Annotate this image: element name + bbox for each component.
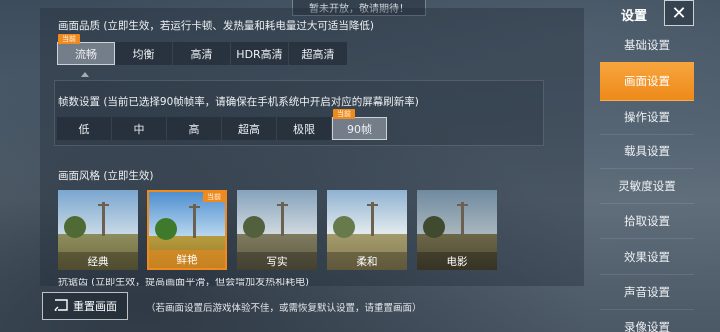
nav-label: 声音设置 (624, 285, 670, 299)
close-button[interactable]: ✕ (664, 0, 694, 26)
quality-option-smooth[interactable]: 当前 流畅 (57, 34, 115, 65)
style-option-realistic[interactable]: 写实 (237, 190, 317, 270)
option-label: 超高清 (301, 47, 335, 61)
style-option-cinema[interactable]: 电影 (417, 190, 497, 270)
fps-option-medium[interactable]: 中 (112, 117, 167, 140)
nav-item-effects[interactable]: 效果设置 (600, 240, 694, 275)
settings-title: 设置 (621, 9, 648, 24)
thumb-tree (243, 216, 265, 238)
reset-graphics-button[interactable]: 重置画面 (42, 292, 128, 320)
current-badge: 当前 (203, 192, 225, 202)
thumb-tower (102, 202, 105, 236)
thumb-tree (423, 216, 445, 238)
quality-title: 画面品质 (立即生效，若运行卡顿、发热量和耗电量过大可适当降低) (58, 20, 375, 32)
thumb-tower (189, 206, 200, 208)
thumb-tower (277, 204, 288, 206)
caret-up-icon (81, 72, 89, 77)
nav-item-basic[interactable]: 基础设置 (600, 28, 694, 63)
nav-item-pickup[interactable]: 拾取设置 (600, 204, 694, 239)
fps-option-high[interactable]: 高 (167, 117, 222, 140)
reset-icon (53, 298, 69, 314)
fps-option-ultra[interactable]: 超高 (222, 117, 277, 140)
thumb-tower (371, 202, 374, 236)
style-label: 写实 (237, 252, 317, 270)
thumb-tower (367, 204, 378, 206)
style-option-soft[interactable]: 柔和 (327, 190, 407, 270)
nav-item-graphics[interactable]: 画面设置 (600, 62, 694, 101)
fps-option-low[interactable]: 低 (57, 117, 112, 140)
close-icon: ✕ (671, 2, 687, 24)
style-title: 画面风格 (立即生效) (58, 170, 154, 182)
current-badge: 当前 (58, 34, 80, 44)
option-label: 低 (78, 122, 90, 136)
nav-label: 操作设置 (624, 110, 670, 124)
option-label: 均衡 (132, 47, 155, 61)
current-badge: 当前 (333, 109, 355, 119)
nav-item-sensitivity[interactable]: 灵敏度设置 (600, 169, 694, 204)
option-label: 超高 (238, 122, 260, 136)
style-option-vivid[interactable]: 当前 鲜艳 (147, 190, 227, 270)
nav-label: 效果设置 (624, 250, 670, 264)
nav-label: 拾取设置 (624, 214, 670, 228)
fps-title: 帧数设置 (当前已选择90帧帧率，请确保在手机系统中开启对应的屏幕刷新率) (58, 96, 419, 108)
option-label: HDR高清 (236, 47, 283, 61)
nav-item-controls[interactable]: 操作设置 (600, 100, 694, 135)
nav-label: 基础设置 (624, 38, 670, 52)
thumb-tower (461, 202, 464, 236)
option-label: 90帧 (347, 122, 372, 136)
thumb-tree (64, 216, 86, 238)
nav-label: 录像设置 (624, 320, 670, 332)
nav-item-vehicle[interactable]: 载具设置 (600, 134, 694, 169)
antialias-title: 抗锯齿 (立即生效，提高画面平滑，但会增加发热和耗电) (58, 278, 309, 286)
nav-label: 载具设置 (624, 144, 670, 158)
quality-option-hd[interactable]: 高清 (173, 42, 231, 65)
option-label: 高 (188, 122, 200, 136)
option-label: 流畅 (75, 47, 97, 61)
nav-item-replay[interactable]: 录像设置 (600, 310, 694, 332)
thumb-tower (457, 204, 468, 206)
option-label: 中 (133, 122, 145, 136)
reset-label: 重置画面 (73, 300, 117, 313)
reset-note: （若画面设置后游戏体验不佳，或需恢复默认设置，请重置画面） (146, 303, 422, 314)
thumb-tree (155, 218, 177, 240)
thumb-tower (193, 204, 196, 238)
nav-item-sound[interactable]: 声音设置 (600, 275, 694, 310)
option-label: 极限 (293, 122, 315, 136)
style-label: 鲜艳 (149, 250, 225, 268)
option-label: 高清 (190, 47, 213, 61)
fps-option-90[interactable]: 当前 90帧 (332, 109, 387, 140)
thumb-tower (98, 204, 109, 206)
fps-selector: 低 中 高 超高 极限 当前 90帧 (57, 109, 387, 140)
style-label: 柔和 (327, 252, 407, 270)
style-label: 经典 (58, 252, 138, 270)
nav-label: 灵敏度设置 (618, 179, 676, 193)
nav-label: 画面设置 (624, 74, 670, 88)
quality-option-ultra[interactable]: 超高清 (289, 42, 347, 65)
style-label: 电影 (417, 252, 497, 270)
quality-selector: 当前 流畅 均衡 高清 HDR高清 超高清 (57, 34, 347, 65)
style-option-classic[interactable]: 经典 (58, 190, 138, 270)
thumb-tree (333, 216, 355, 238)
quality-option-balanced[interactable]: 均衡 (115, 42, 173, 65)
quality-option-hdr[interactable]: HDR高清 (231, 42, 289, 65)
fps-option-extreme[interactable]: 极限 (277, 117, 332, 140)
thumb-tower (281, 202, 284, 236)
